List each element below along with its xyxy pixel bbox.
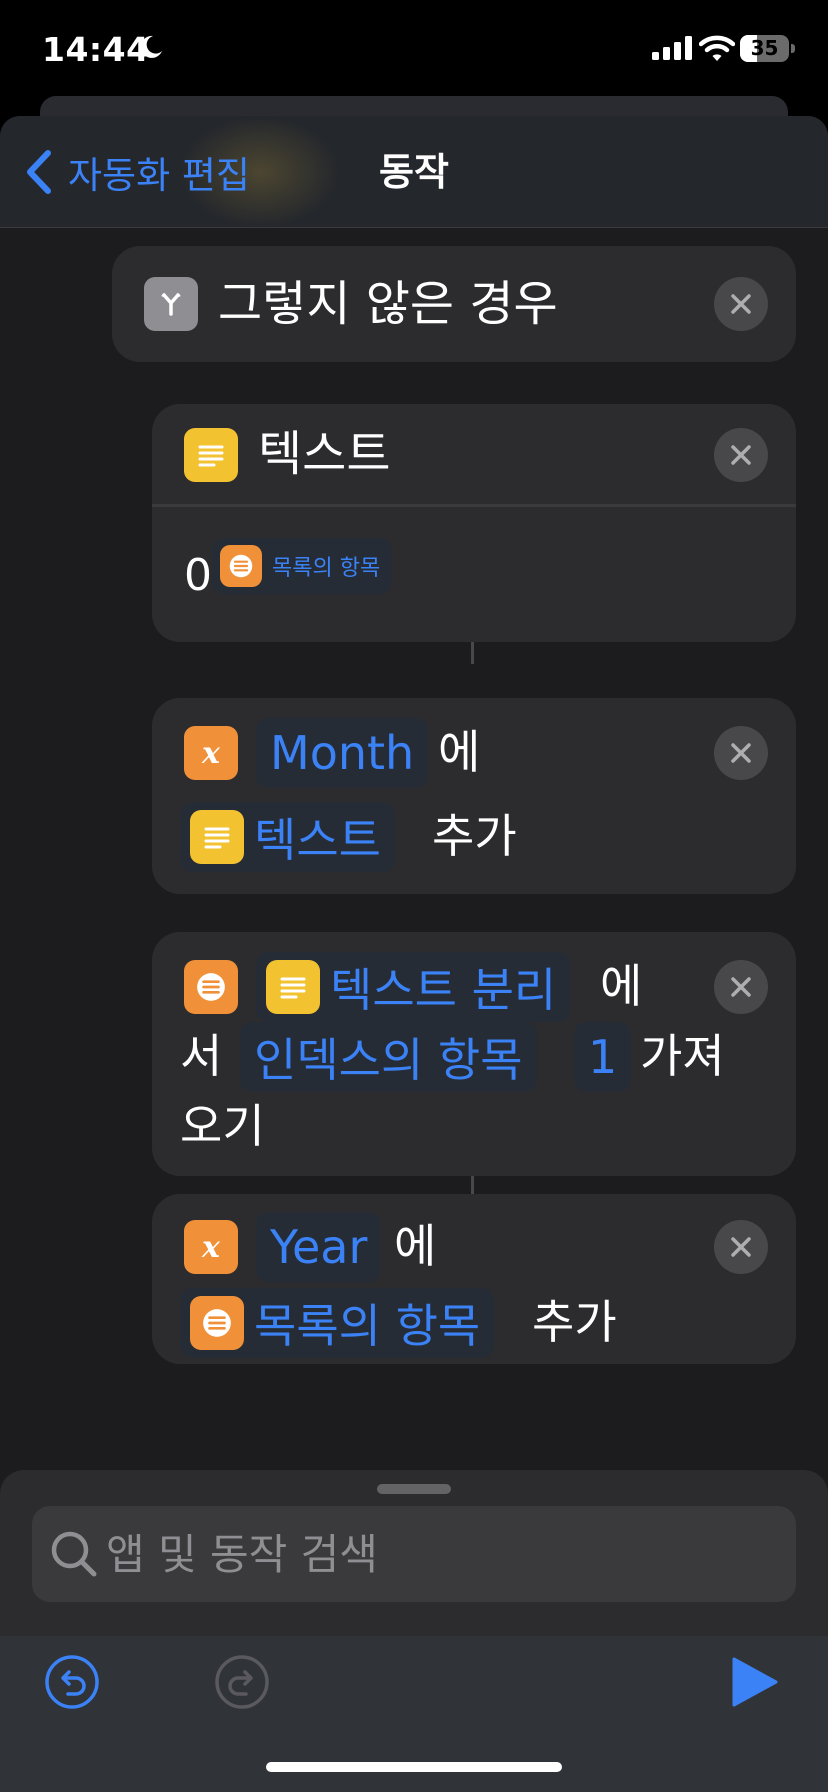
split-text-label: 텍스트 분리 [330,963,557,1017]
text-lines-icon [266,960,320,1014]
text-action[interactable]: 텍스트 0 목록의 항목 [152,404,796,642]
connector-line [471,642,474,664]
word-from-b: 서 [180,1029,223,1083]
connector-line [471,1176,474,1194]
word-get-b: 오기 [180,1099,265,1153]
text-lines-icon [184,428,238,482]
text-value-chip[interactable]: 텍스트 [180,802,395,872]
variable-x-icon: x [184,1220,238,1274]
undo-icon[interactable] [44,1654,100,1710]
close-icon [731,294,751,314]
month-variable-label: Month [270,726,415,780]
split-text-chip[interactable]: 텍스트 분리 [256,952,571,1022]
variable-x-icon: x [184,726,238,780]
word-add: 추가 [532,1295,617,1349]
word-to: 에 [394,1219,437,1273]
moon-icon [140,35,162,58]
index-label: 1 [588,1030,618,1084]
search-icon [51,1531,97,1577]
list-icon [190,1296,244,1350]
text-action-title: 텍스트 [258,426,391,482]
word-to: 에 [438,725,481,779]
remove-year-action-button[interactable] [714,1220,768,1274]
home-indicator [266,1762,562,1772]
close-icon [731,445,751,465]
list-item-value-chip[interactable]: 목록의 항목 [180,1288,495,1358]
list-icon [220,545,262,587]
index-chip[interactable]: 1 [574,1022,632,1092]
list-item-value-label: 목록의 항목 [254,1299,481,1353]
month-variable-chip[interactable]: Month [256,718,429,788]
otherwise-label: 그렇지 않은 경우 [218,276,558,332]
search-bar[interactable] [32,1506,796,1602]
word-add: 추가 [432,809,517,863]
remove-get-item-action-button[interactable] [714,960,768,1014]
status-time: 14:44 [42,30,150,69]
year-variable-chip[interactable]: Year [256,1212,382,1282]
wifi-icon [699,35,735,61]
close-icon [731,1237,751,1257]
variable-chip-label: 목록의 항목 [272,556,381,581]
remove-otherwise-button[interactable] [714,277,768,331]
otherwise-block[interactable]: 그렇지 않은 경우 [112,246,796,362]
add-to-month-action[interactable]: x Month 에 텍스트 추가 [152,698,796,894]
battery-icon: 35 [740,35,795,62]
close-icon [731,743,751,763]
list-icon [184,960,238,1014]
battery-level: 35 [750,36,779,60]
remove-month-action-button[interactable] [714,726,768,780]
cellular-signal-icon [652,36,692,60]
play-icon[interactable] [730,1656,780,1708]
divider [152,504,796,507]
search-input[interactable] [106,1506,776,1602]
status-bar: 14:44 35 [0,0,828,100]
item-mode-chip[interactable]: 인덱스의 항목 [240,1022,537,1092]
branch-icon [144,277,198,331]
add-to-year-action[interactable]: x Year 에 목록의 항목 추가 [152,1194,796,1364]
text-content-prefix[interactable]: 0 [184,546,212,606]
action-search-drawer [0,1470,828,1792]
year-variable-label: Year [270,1220,368,1274]
page-title: 동작 [379,150,449,194]
word-from-a: 에 [600,959,643,1013]
remove-text-action-button[interactable] [714,428,768,482]
drawer-grabber[interactable] [377,1484,451,1494]
text-lines-icon [190,810,244,864]
variable-chip[interactable]: 목록의 항목 [212,538,393,594]
redo-icon[interactable] [214,1654,270,1710]
text-value-label: 텍스트 [254,813,381,867]
close-icon [731,977,751,997]
word-get-a: 가져 [640,1029,725,1083]
navigation-bar: 자동화 편집 동작 [0,116,828,228]
item-mode-label: 인덱스의 항목 [254,1033,523,1087]
get-item-from-list-action[interactable]: 텍스트 분리 에 서 인덱스의 항목 1 가져 오기 [152,932,796,1176]
